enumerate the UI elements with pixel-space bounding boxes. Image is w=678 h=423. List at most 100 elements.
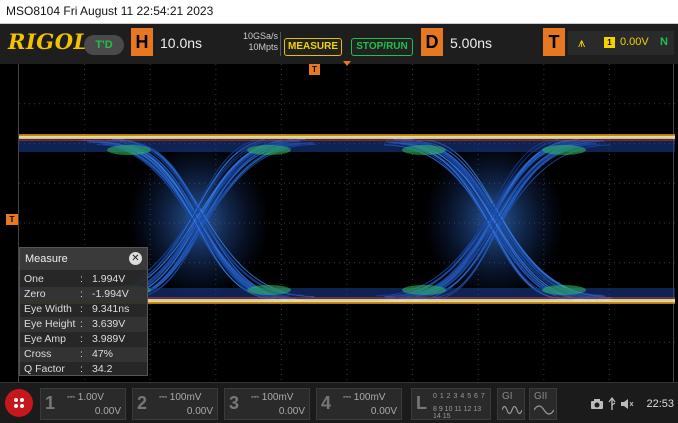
measure-value: 47% [92,348,114,360]
apps-icon [14,398,24,408]
logic-analyzer-button[interactable]: L 0 1 2 3 4 5 6 7 8 9 10 11 12 13 14 15 [411,388,491,420]
measure-name: Cross [24,348,52,360]
high-rail-hotspot [247,145,291,155]
trigger-source-badge: 1 [604,37,615,48]
channel-offset: 0.00V [94,406,121,417]
channel-scale: ⎓ 100mV [159,392,202,403]
measure-row: Eye Amp:3.989V [20,332,147,347]
generator-2-label: GII [534,391,548,402]
rigol-logo: RIGOL [8,29,89,54]
trigger-panel[interactable]: ⩚ 1 0.00V N [568,31,674,55]
center-caret-icon [343,61,351,66]
channel-1-button[interactable]: 1 ⎓ 1.00V 0.00V [40,388,126,420]
channel-scale: ⎓ 1.00V [67,392,104,403]
trigger-mode: N [660,36,668,48]
rising-edge-icon: ⩚ [578,35,586,50]
logic-channels-low: 0 1 2 3 4 5 6 7 [433,393,486,400]
delay-button[interactable]: D [421,28,443,56]
trigger-button[interactable]: T [543,28,565,56]
channel-3-button[interactable]: 3 ⎓ 100mV 0.00V [224,388,310,420]
title-text: MSO8104 Fri August 11 22:54:21 2023 [6,4,214,18]
channel-number: 3 [229,393,240,413]
channel-4-button[interactable]: 4 ⎓ 100mV 0.00V [316,388,402,420]
dc-coupling-icon: ⎓ [67,392,78,403]
measure-separator: : [80,303,83,315]
measure-separator: : [80,348,83,360]
channel-number: 2 [137,393,148,413]
measure-name: Zero [24,288,46,300]
channel-scale: ⎓ 100mV [251,392,294,403]
memory-depth: 10Mpts [248,42,278,52]
measure-separator: : [80,288,83,300]
mode-badge[interactable]: T'D [84,35,124,55]
measure-panel-header: Measure ✕ [20,248,147,270]
sample-rate: 10GSa/s [242,31,278,41]
title-bar: MSO8104 Fri August 11 22:54:21 2023 [0,0,678,24]
dc-coupling-icon: ⎓ [251,392,262,403]
status-area: 22:53 [588,395,676,413]
camera-icon[interactable] [590,398,604,410]
acquisition-info: 10GSa/s 10Mpts [214,31,278,53]
high-rail-hotspot [402,145,446,155]
timebase-value[interactable]: 10.0ns [160,35,202,51]
toolbar: RIGOL T'D H 10.0ns 10GSa/s 10Mpts MEASUR… [0,24,678,64]
high-rail-hotspot [107,145,151,155]
measure-row: Eye Width:9.341ns [20,302,147,317]
channel-number: 1 [45,393,56,413]
horizontal-button[interactable]: H [131,28,153,56]
channel-number: 4 [321,393,332,413]
generator-1-button[interactable]: GI [497,388,525,420]
home-button[interactable] [5,389,33,417]
high-rail-hotspot [542,145,586,155]
measure-value: 1.994V [92,273,126,285]
measure-row: Zero: -1.994V [20,287,147,302]
measure-row: Cross:47% [20,347,147,362]
bottom-bar: 1 ⎓ 1.00V 0.00V 2 ⎓ 100mV 0.00V 3 ⎓ 100mV 0.00V 4… [0,382,678,423]
measure-name: Eye Amp [24,333,67,345]
channel-2-button[interactable]: 2 ⎓ 100mV 0.00V [132,388,218,420]
measure-row: Q Factor:34.2 [20,362,147,377]
logic-channels-high: 8 9 10 11 12 13 14 15 [433,406,482,420]
measure-row: One:1.994V [20,272,147,287]
sine-wave-icon [502,405,522,415]
measure-name: Eye Height [24,318,76,330]
channel-offset: 0.00V [370,406,397,417]
measure-separator: : [80,273,83,285]
measure-name: One [24,273,44,285]
measure-separator: : [80,333,83,345]
measure-separator: : [80,318,83,330]
toolbar-divider [280,32,281,56]
measure-button[interactable]: MEASURE [284,38,342,56]
generator-1-label: GI [502,391,513,402]
low-rail-hotspot [247,285,291,295]
generator-2-button[interactable]: GII [529,388,557,420]
trigger-level: 0.00V [620,36,649,48]
delay-value[interactable]: 5.00ns [450,35,492,51]
measure-name: Eye Width [24,303,72,315]
measure-panel-title: Measure [25,253,68,265]
dc-coupling-icon: ⎓ [159,392,170,403]
channel-offset: 0.00V [186,406,213,417]
measure-value: 34.2 [92,363,113,375]
speaker-icon[interactable] [620,398,634,410]
measure-row: Eye Height:3.639V [20,317,147,332]
trigger-level-marker[interactable]: T [6,214,18,225]
measure-separator: : [80,363,83,375]
close-icon[interactable]: ✕ [129,252,142,265]
measure-value: 9.341ns [92,303,130,315]
measure-value: 3.639V [92,318,126,330]
measure-value: 3.989V [92,333,126,345]
clock-time: 22:53 [646,398,674,410]
sine-wave-icon [534,405,554,415]
logic-letter: L [416,393,427,413]
stop-run-button[interactable]: STOP/RUN [351,38,413,56]
measure-name: Q Factor [24,363,65,375]
low-rail-hotspot [402,285,446,295]
trigger-position-marker[interactable]: T [309,64,320,75]
measure-value: -1.994V [92,288,129,300]
measure-panel: Measure ✕ One:1.994V Zero: -1.994V Eye Widt… [19,247,148,376]
channel-scale: ⎓ 100mV [343,392,386,403]
channel-offset: 0.00V [278,406,305,417]
eye-traces [76,138,613,302]
low-rail-hotspot [542,285,586,295]
